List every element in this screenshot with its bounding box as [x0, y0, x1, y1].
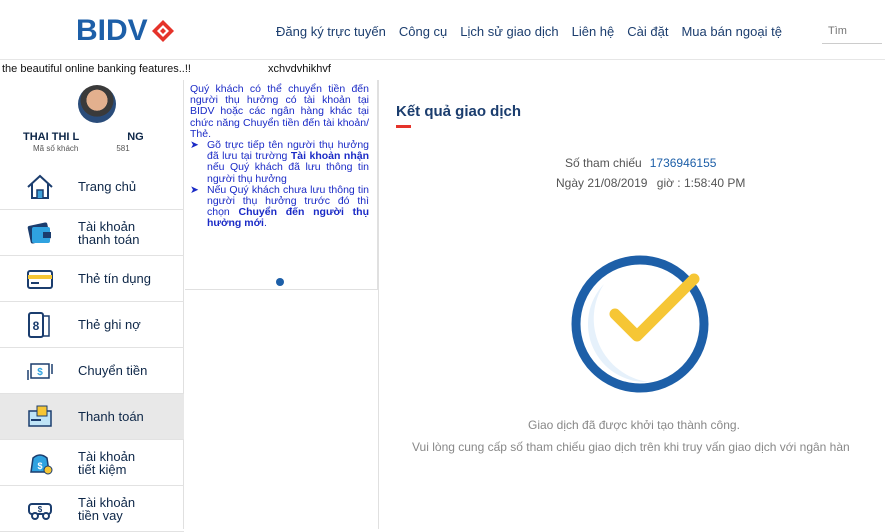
user-profile: THAI THI L NG Mã số khách 581	[0, 80, 184, 164]
date-value: 21/08/2019	[587, 176, 648, 190]
top-nav: Đăng ký trực tuyến Công cụ Lịch sử giao …	[276, 24, 795, 39]
page-title: Kết quả giao dịch	[396, 103, 522, 120]
nav-contact[interactable]: Liên hệ	[572, 24, 615, 39]
transfer-info-panel: Quý khách có thể chuyển tiền đến người t…	[185, 80, 378, 290]
sidebar-item-transfer[interactable]: $ Chuyển tiền	[0, 348, 184, 394]
wallet-icon	[25, 218, 55, 248]
svg-text:8: 8	[33, 319, 40, 333]
nav-foreign-exchange[interactable]: Mua bán ngoại tệ	[681, 24, 781, 39]
reference-instruction: Vui lòng cung cấp số tham chiếu giao dịc…	[412, 440, 850, 454]
top-header: BIDV Đăng ký trực tuyến Công cụ Lịch sử …	[0, 0, 885, 60]
success-check-icon	[571, 255, 709, 393]
sidebar-menu: Trang chủ Tài khoản thanh toán Thẻ tín dụ…	[0, 164, 184, 532]
reference-number: Số tham chiếu 1736946155	[565, 156, 716, 170]
info-bullet-2: ➤ Nếu Quý khách chưa lưu thông tin người…	[190, 183, 369, 230]
debit-card-icon: 8	[25, 310, 55, 340]
credit-card-icon	[25, 264, 55, 294]
marquee-banner: the beautiful online banking features..!…	[0, 61, 885, 79]
customer-id-value: 581	[116, 144, 130, 153]
user-name-part1: THAI THI L	[23, 131, 80, 143]
success-message: Giao dịch đã được khởi tạo thành công.	[528, 418, 740, 432]
date-label: Ngày	[556, 176, 585, 190]
user-name: THAI THI L NG	[23, 131, 144, 143]
sidebar-item-label: Thẻ ghi nợ	[78, 317, 141, 332]
logo-text: BIDV	[76, 14, 148, 47]
sidebar-item-home[interactable]: Trang chủ	[0, 164, 184, 210]
info-intro: Quý khách có thể chuyển tiền đến người t…	[190, 83, 369, 140]
logo-diamond-icon	[151, 20, 174, 42]
transfer-icon: $	[25, 356, 55, 386]
title-underline	[396, 125, 411, 128]
sidebar-item-loan[interactable]: $ Tài khoản tiền vay	[0, 486, 184, 532]
savings-icon: $	[25, 448, 55, 478]
avatar[interactable]	[78, 85, 116, 123]
customer-id: Mã số khách 581	[33, 144, 130, 153]
sidebar-item-label: Tài khoản thanh toán	[78, 218, 140, 247]
sidebar: THAI THI L NG Mã số khách 581 Trang chủ Tà…	[0, 80, 184, 532]
marquee-text: the beautiful online banking features..!…	[2, 63, 191, 75]
nav-settings[interactable]: Cài đặt	[627, 24, 668, 39]
arrow-icon: ➤	[190, 139, 199, 152]
loan-icon: $	[25, 494, 55, 524]
sidebar-item-payment[interactable]: Thanh toán	[0, 394, 184, 440]
transaction-datetime: Ngày 21/08/2019 giờ : 1:58:40 PM	[556, 176, 745, 190]
sidebar-item-label: Tài khoản tiết kiệm	[78, 448, 136, 477]
divider	[378, 80, 379, 529]
marquee-text-2: xchvdvhikhvf	[268, 63, 331, 75]
svg-text:$: $	[38, 505, 43, 514]
home-icon	[25, 172, 55, 202]
sidebar-item-label: Chuyển tiền	[78, 363, 148, 378]
search-input[interactable]	[822, 18, 882, 44]
sidebar-item-payment-account[interactable]: Tài khoản thanh toán	[0, 210, 184, 256]
nav-tools[interactable]: Công cụ	[399, 24, 447, 39]
nav-register-online[interactable]: Đăng ký trực tuyến	[276, 24, 386, 39]
nav-transaction-history[interactable]: Lịch sử giao dịch	[460, 24, 558, 39]
customer-id-label: Mã số khách	[33, 144, 79, 153]
sidebar-item-label: Thẻ tín dụng	[78, 271, 151, 286]
time-label: giờ :	[656, 176, 681, 190]
bidv-logo[interactable]: BIDV	[76, 14, 175, 48]
reference-value: 1736946155	[649, 156, 717, 170]
svg-text:$: $	[37, 367, 43, 378]
user-name-part2: NG	[127, 131, 144, 143]
sidebar-item-label: Tài khoản tiền vay	[78, 494, 136, 523]
carousel-dot[interactable]	[276, 278, 284, 286]
sidebar-item-label: Trang chủ	[78, 179, 137, 194]
svg-text:$: $	[37, 461, 42, 471]
info-bullet-1: ➤ Gõ trực tiếp tên người thụ hưởng đã lư…	[190, 139, 369, 185]
sidebar-item-credit-card[interactable]: Thẻ tín dụng	[0, 256, 184, 302]
sidebar-item-debit-card[interactable]: 8 Thẻ ghi nợ	[0, 302, 184, 348]
arrow-icon: ➤	[190, 183, 199, 196]
reference-label: Số tham chiếu	[565, 156, 642, 170]
time-value: 1:58:40 PM	[684, 176, 746, 190]
sidebar-item-savings[interactable]: $ Tài khoản tiết kiệm	[0, 440, 184, 486]
